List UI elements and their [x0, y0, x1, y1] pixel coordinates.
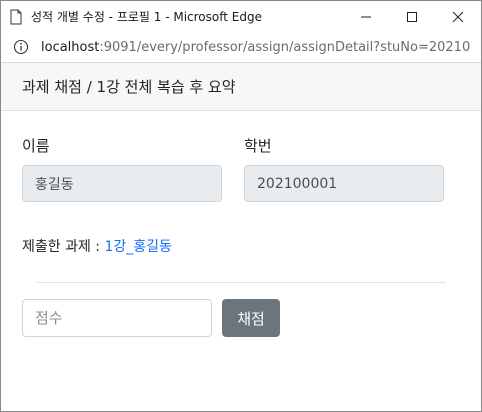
close-button[interactable] [435, 1, 481, 32]
submitted-file-link[interactable]: 1강_홍길동 [104, 239, 171, 255]
url-path: :9091/every/professor/assign/assignDetai… [99, 39, 471, 55]
info-icon[interactable] [1, 32, 41, 63]
page-icon [1, 1, 31, 32]
divider [37, 282, 446, 283]
modal-title: 과제 채점 / 1강 전체 복습 후 요약 [22, 78, 236, 96]
address-bar[interactable]: localhost:9091/every/professor/assign/as… [1, 32, 481, 63]
name-field: 홍길동 [22, 165, 222, 202]
submitted-assignment: 제출한 과제 : 1강_홍길동 [22, 236, 172, 256]
grade-button[interactable]: 채점 [222, 299, 280, 337]
score-input[interactable] [22, 299, 212, 337]
student-no-field: 202100001 [244, 165, 444, 202]
url-host: localhost [41, 39, 100, 55]
modal-header: 과제 채점 / 1강 전체 복습 후 요약 [1, 63, 481, 111]
browser-window: 성적 개별 수정 - 프로필 1 - Microsoft Edge localh… [0, 0, 482, 412]
submitted-label: 제출한 과제 : [22, 239, 105, 255]
student-no-label: 학번 [244, 137, 272, 155]
window-title: 성적 개별 수정 - 프로필 1 - Microsoft Edge [31, 10, 262, 24]
title-bar: 성적 개별 수정 - 프로필 1 - Microsoft Edge [1, 1, 481, 32]
minimize-button[interactable] [343, 1, 389, 32]
name-label: 이름 [22, 137, 50, 155]
maximize-button[interactable] [389, 1, 435, 32]
url-text[interactable]: localhost:9091/every/professor/assign/as… [41, 40, 471, 55]
